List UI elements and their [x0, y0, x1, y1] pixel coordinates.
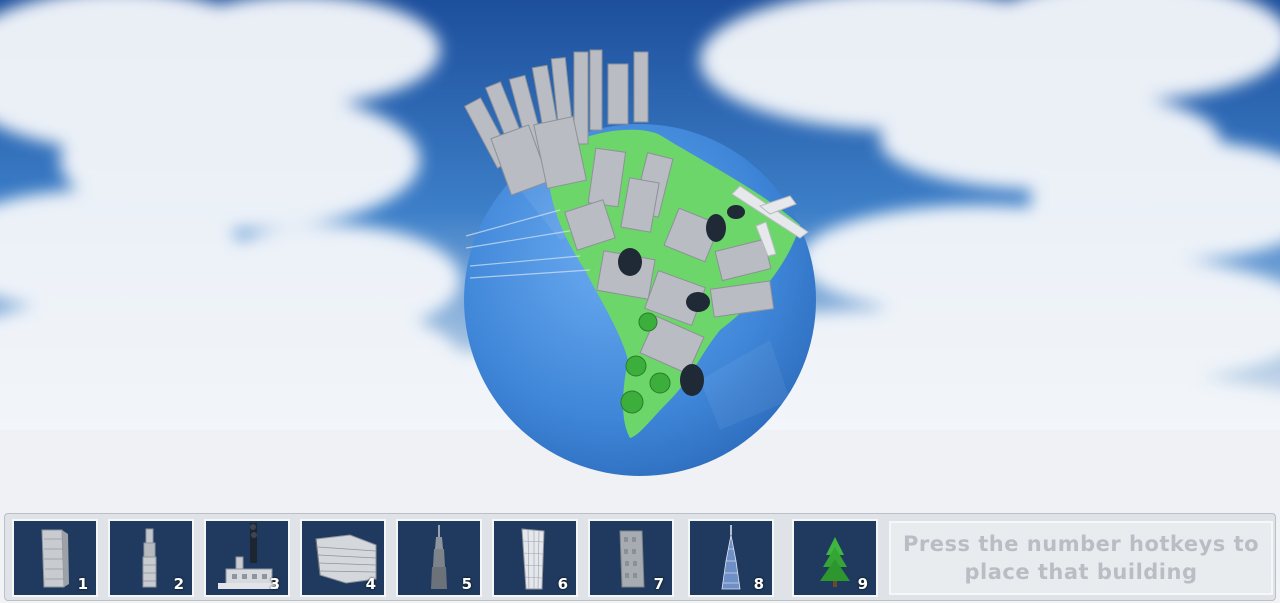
- hotkey-label: 4: [365, 575, 376, 593]
- game-viewport[interactable]: 1 2 3 4 5 6 7 8 9 Press the number hotke…: [0, 0, 1280, 603]
- hotkey-label: 2: [173, 575, 184, 593]
- hotbar-slot-2[interactable]: 2: [108, 519, 194, 597]
- hotkey-label: 9: [857, 575, 868, 593]
- hotkey-label: 6: [557, 575, 568, 593]
- hotkey-label: 8: [753, 575, 764, 593]
- hotbar-slot-5[interactable]: 5: [396, 519, 482, 597]
- hotbar-slot-9[interactable]: 9: [792, 519, 878, 597]
- hotbar-slot-8[interactable]: 8: [688, 519, 774, 597]
- hotbar-slot-1[interactable]: 1: [12, 519, 98, 597]
- hotkey-label: 1: [77, 575, 88, 593]
- hotbar-slot-6[interactable]: 6: [492, 519, 578, 597]
- hotbar-slot-7[interactable]: 7: [588, 519, 674, 597]
- hint-panel: Press the number hotkeys to place that b…: [889, 521, 1273, 595]
- hotkey-label: 3: [269, 575, 280, 593]
- building-hotbar: 1 2 3 4 5 6 7 8 9 Press the number hotke…: [4, 513, 1276, 601]
- hotkey-label: 5: [461, 575, 472, 593]
- hotbar-slot-4[interactable]: 4: [300, 519, 386, 597]
- hint-text: Press the number hotkeys to place that b…: [902, 532, 1260, 584]
- hotbar-slot-3[interactable]: 3: [204, 519, 290, 597]
- hotkey-label: 7: [653, 575, 664, 593]
